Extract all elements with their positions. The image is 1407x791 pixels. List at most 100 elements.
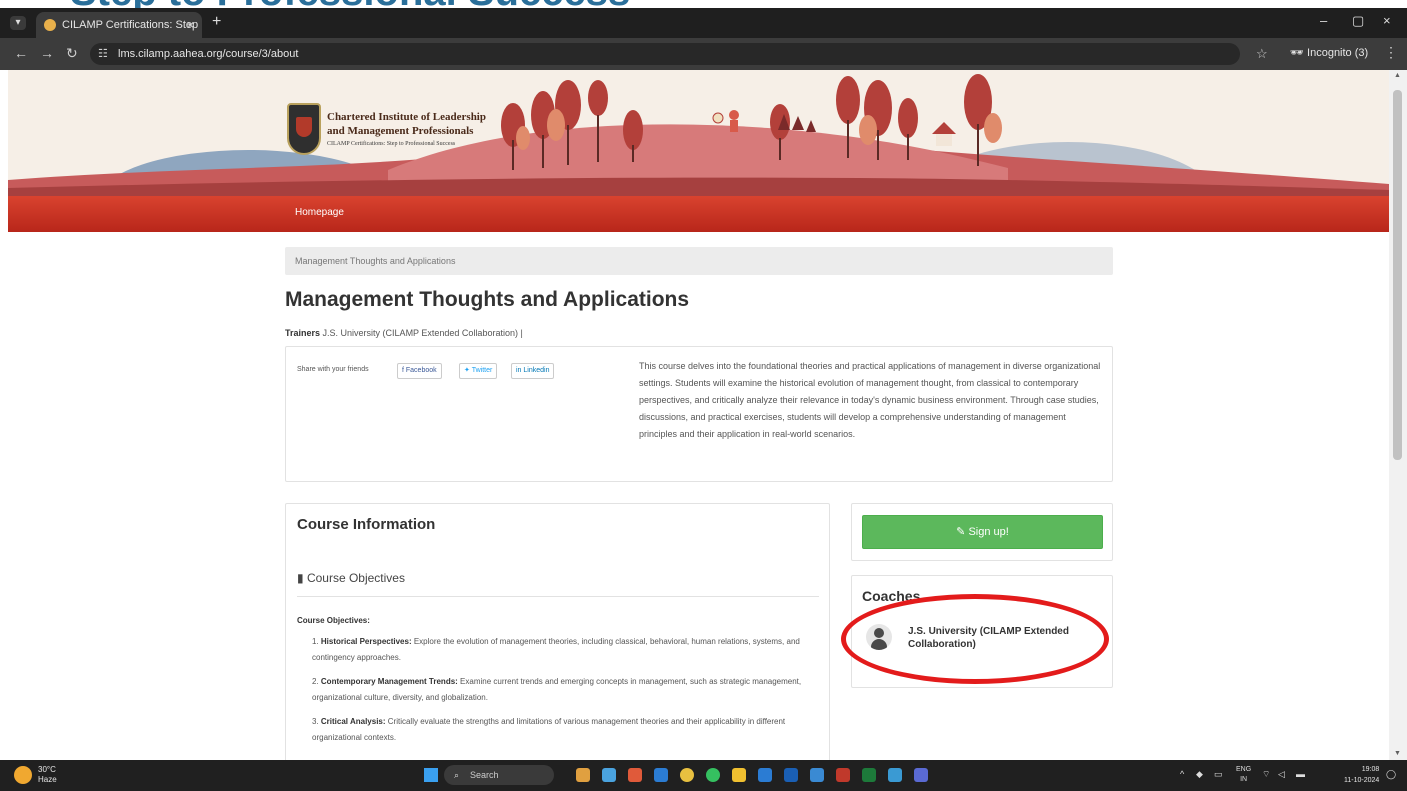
sign-up-label: Sign up! (968, 526, 1009, 538)
share-twitter-label: Twitter (471, 367, 493, 374)
filezilla-icon[interactable] (836, 768, 850, 782)
search-label: Search (470, 770, 499, 780)
app-icon[interactable] (914, 768, 928, 782)
pencil-icon: ✎ (956, 526, 969, 538)
breadcrumb-current: Management Thoughts and Applications (295, 256, 456, 266)
site-logo[interactable]: Chartered Institute of Leadership and Ma… (287, 103, 497, 159)
objective-title: Historical Perspectives: (320, 637, 412, 646)
url-text: lms.cilamp.aahea.org/course/3/about (118, 48, 299, 60)
tray-app-icon[interactable]: ◆ (1196, 769, 1203, 780)
site-banner: Chartered Institute of Leadership and Ma… (8, 70, 1389, 196)
course-info-heading: Course Information (297, 516, 436, 533)
lang-code: ENG (1236, 766, 1252, 773)
app-icon[interactable] (576, 768, 590, 782)
tray-chevron-icon[interactable]: ^ (1180, 769, 1184, 779)
crest-icon (287, 103, 321, 155)
minimize-icon[interactable]: – (1320, 13, 1327, 28)
search-icon: ⌕ (454, 770, 460, 780)
objective-number: 1. (312, 637, 319, 646)
incognito-icon: 🕶 (1290, 47, 1308, 59)
weather-widget[interactable]: 30°C Haze (38, 765, 57, 785)
reload-icon[interactable]: ↻ (66, 45, 78, 62)
trainers-value: J.S. University (CILAMP Extended Collabo… (322, 328, 523, 338)
forward-icon[interactable]: → (40, 45, 54, 61)
banner-illustration (8, 70, 1389, 196)
org-tagline: CILAMP Certifications: Step to Professio… (327, 141, 456, 147)
tab-close-icon[interactable]: × (187, 12, 194, 38)
wifi-icon[interactable]: ⌔ (1262, 769, 1270, 780)
windows-taskbar: 30°C Haze ⌕ Search ^ ◆ ▭ ENG IN ⌔ ◁ ▬ 19… (0, 760, 1407, 791)
objective-number: 2. (312, 677, 319, 686)
share-facebook-label: Facebook (405, 367, 437, 374)
windows-start-icon[interactable] (424, 768, 438, 782)
app-icon[interactable] (758, 768, 772, 782)
whatsapp-icon[interactable] (706, 768, 720, 782)
app-icon[interactable] (784, 768, 798, 782)
objective-number: 3. (312, 717, 319, 726)
app-icon[interactable] (888, 768, 902, 782)
overlay-heading: Step to Professional Success (70, 0, 630, 8)
weather-condition: Haze (38, 775, 57, 784)
app-icon[interactable] (654, 768, 668, 782)
annotation-circle (841, 594, 1109, 684)
site-info-icon[interactable]: ☷ (98, 47, 108, 60)
weather-temp: 30°C (38, 765, 56, 774)
sign-up-button[interactable]: ✎ Sign up! (862, 515, 1103, 549)
trainers-label: Trainers (285, 328, 321, 338)
share-linkedin-button[interactable]: in Linkedin (511, 363, 555, 379)
scroll-down-icon[interactable]: ▼ (1394, 750, 1401, 757)
share-facebook-button[interactable]: f Facebook (397, 363, 442, 379)
favicon-icon (44, 19, 56, 31)
scrollbar-thumb[interactable] (1393, 90, 1402, 460)
share-twitter-button[interactable]: ✦ Twitter (459, 363, 498, 379)
tray-display-icon[interactable]: ▭ (1214, 769, 1223, 780)
bookmark-star-icon[interactable]: ☆ (1256, 46, 1268, 62)
objectives-heading-label: Course Objectives (306, 571, 405, 585)
url-input[interactable]: ☷ lms.cilamp.aahea.org/course/3/about (90, 43, 1240, 65)
system-clock[interactable]: 19:08 11-10-2024 (1344, 764, 1379, 786)
trainers-line: Trainers J.S. University (CILAMP Extende… (285, 328, 523, 338)
file-explorer-icon[interactable] (732, 768, 746, 782)
excel-icon[interactable] (862, 768, 876, 782)
lang-region: IN (1240, 776, 1248, 783)
cropped-heading: Step to Professional Success (0, 0, 1407, 8)
divider (297, 596, 819, 597)
scroll-up-icon[interactable]: ▲ (1394, 72, 1401, 79)
app-icon[interactable] (602, 768, 616, 782)
page-title: Management Thoughts and Applications (285, 288, 690, 311)
app-icon[interactable] (628, 768, 642, 782)
course-description: This course delves into the foundational… (639, 361, 1101, 439)
list-item: 2. Contemporary Management Trends: Exami… (312, 674, 822, 706)
share-linkedin-label: Linkedin (523, 367, 550, 374)
org-name-line2: and Management Professionals (327, 125, 474, 137)
nav-homepage-link[interactable]: Homepage (295, 196, 344, 230)
chrome-icon[interactable] (680, 768, 694, 782)
address-bar: ← → ↻ ☷ lms.cilamp.aahea.org/course/3/ab… (0, 38, 1407, 70)
objective-title: Critical Analysis: (320, 717, 386, 726)
new-tab-icon[interactable]: + (212, 13, 221, 31)
language-indicator[interactable]: ENG IN (1236, 765, 1251, 785)
close-window-icon[interactable]: × (1383, 13, 1391, 28)
course-information-panel: Course Information ▮ Course Objectives C… (285, 503, 830, 763)
notification-icon[interactable]: ◯ (1386, 769, 1396, 780)
battery-icon[interactable]: ▬ (1296, 769, 1305, 779)
weather-icon[interactable] (14, 766, 32, 784)
browser-tab[interactable]: CILAMP Certifications: Step to P × (36, 12, 202, 57)
app-icon[interactable] (810, 768, 824, 782)
list-item: 1. Historical Perspectives: Explore the … (312, 634, 822, 666)
signup-panel: ✎ Sign up! (851, 503, 1113, 561)
main-nav: Homepage (8, 196, 1389, 232)
back-icon[interactable]: ← (14, 45, 28, 61)
volume-icon[interactable]: ◁ (1278, 769, 1285, 780)
maximize-icon[interactable]: ▢ (1352, 13, 1364, 29)
objectives-subheading: Course Objectives: (297, 616, 370, 625)
incognito-profile[interactable]: 🕶 Incognito (3) (1290, 46, 1368, 59)
profile-label: Incognito (3) (1307, 47, 1369, 59)
more-menu-icon[interactable]: ⋮ (1384, 44, 1398, 61)
twitter-icon: ✦ (464, 367, 472, 374)
taskbar-search[interactable]: ⌕ Search (444, 765, 554, 785)
breadcrumb: Management Thoughts and Applications (285, 247, 1113, 275)
course-summary-panel: Share with your friends f Facebook ✦ Twi… (285, 346, 1113, 482)
tab-search-icon[interactable]: ▾ (10, 16, 26, 30)
browser-tab-bar: ▾ CILAMP Certifications: Step to P × + –… (0, 8, 1407, 57)
